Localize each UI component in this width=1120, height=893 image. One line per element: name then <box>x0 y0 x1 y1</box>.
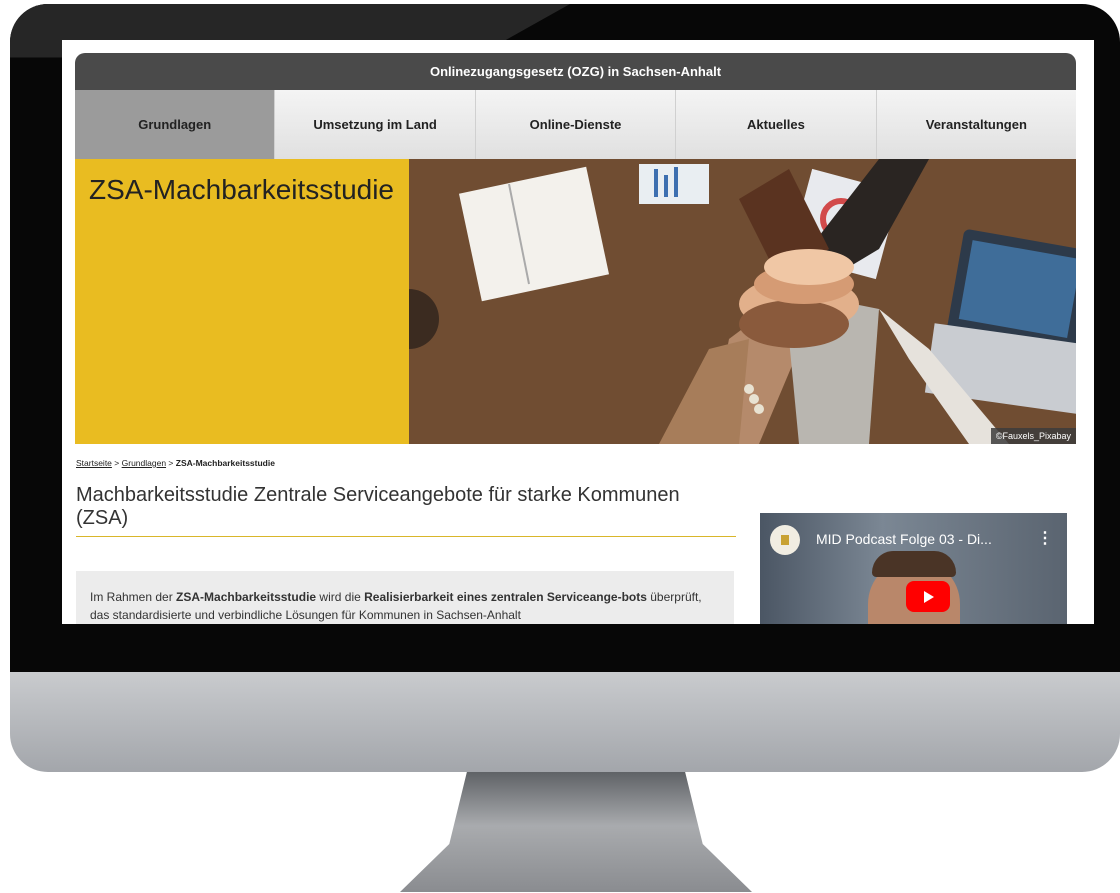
hero-title-panel: ZSA-Machbarkeitsstudie <box>75 159 409 444</box>
intro-box: Im Rahmen der ZSA-Machbarkeitsstudie wir… <box>76 571 734 624</box>
photo-credit: ©Fauxels_Pixabay <box>990 428 1076 444</box>
nav-tab-umsetzung[interactable]: Umsetzung im Land <box>275 90 476 159</box>
page-title: Machbarkeitsstudie Zentrale Serviceangeb… <box>76 484 736 537</box>
video-embed[interactable]: MID Podcast Folge 03 - Di... ⋮ <box>760 513 1067 624</box>
intro-text-part: Im Rahmen der <box>90 590 177 604</box>
hero-title: ZSA-Machbarkeitsstudie <box>89 174 395 205</box>
intro-text-bold: Realisierbarkeit eines zentralen Service… <box>364 590 647 604</box>
site-header-title: Onlinezugangsgesetz (OZG) in Sachsen-Anh… <box>429 64 722 79</box>
breadcrumb-parent-link[interactable]: Grundlagen <box>122 458 166 468</box>
more-vert-icon[interactable]: ⋮ <box>1037 528 1053 548</box>
breadcrumb-separator: > <box>168 458 174 468</box>
intro-text-part: wird die <box>316 590 365 604</box>
monitor-chin <box>10 672 1120 772</box>
breadcrumb-current: ZSA-Machbarkeitsstudie <box>175 458 275 468</box>
video-person-hair <box>872 551 956 577</box>
nav-tab-veranstaltungen[interactable]: Veranstaltungen <box>876 90 1077 159</box>
teamwork-hands-image <box>409 159 1076 444</box>
intro-text: Im Rahmen der ZSA-Machbarkeitsstudie wir… <box>90 588 720 624</box>
youtube-play-icon[interactable] <box>906 581 950 612</box>
nav-tab-aktuelles[interactable]: Aktuelles <box>676 90 877 159</box>
hero-image: ©Fauxels_Pixabay <box>409 159 1076 444</box>
intro-text-bold: ZSA-Machbarkeitsstudie <box>176 590 317 604</box>
monitor-stand <box>400 772 752 892</box>
site-header: Onlinezugangsgesetz (OZG) in Sachsen-Anh… <box>75 53 1076 90</box>
breadcrumb-home-link[interactable]: Startseite <box>76 458 112 468</box>
nav-tab-grundlagen[interactable]: Grundlagen <box>75 90 276 159</box>
nav-tab-online-dienste[interactable]: Online-Dienste <box>475 90 677 159</box>
video-title[interactable]: MID Podcast Folge 03 - Di... <box>816 531 992 547</box>
main-navigation: Grundlagen Umsetzung im Land Online-Dien… <box>75 90 1077 159</box>
breadcrumb: Startseite > Grundlagen > ZSA-Machbarkei… <box>76 458 275 468</box>
screen: Onlinezugangsgesetz (OZG) in Sachsen-Anh… <box>62 40 1094 624</box>
channel-avatar-icon[interactable] <box>770 525 800 555</box>
breadcrumb-separator: > <box>114 458 120 468</box>
